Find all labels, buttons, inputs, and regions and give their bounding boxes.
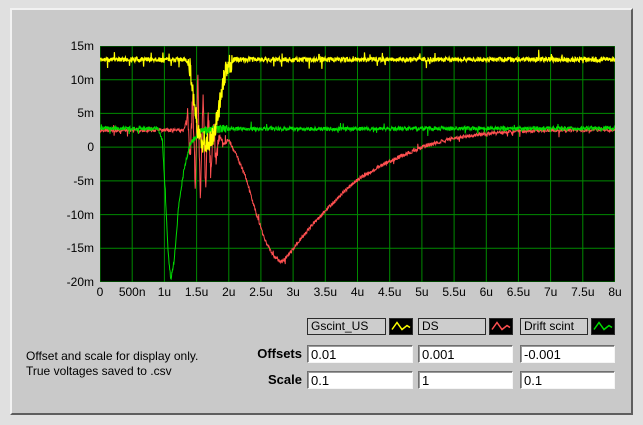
legend-waveform-glyph	[391, 321, 411, 331]
scale-label: Scale	[268, 372, 302, 387]
offsets-label: Offsets	[257, 346, 302, 361]
x-tick-label: 8u	[608, 285, 622, 299]
x-tick-label: 6u	[479, 285, 493, 299]
x-tick-label: 2.5u	[249, 285, 273, 299]
legend-plot-icon-drift-scint[interactable]	[591, 318, 615, 335]
x-tick-label: 7.5u	[571, 285, 595, 299]
x-tick-label: 4u	[350, 285, 365, 299]
note-line-1: Offset and scale for display only.	[26, 349, 199, 363]
offset-input-1[interactable]	[307, 345, 413, 363]
y-tick-label: -10m	[66, 207, 94, 222]
x-axis-tick-labels: 0 500n 1u 1.5u 2u 2.5u 3u 3.5u 4u 4.5u 5u 5.5u 6u 6.5…	[96, 285, 622, 299]
y-tick-label: -15m	[66, 241, 94, 256]
x-tick-label: 5u	[415, 285, 429, 299]
x-tick-label: 500n	[118, 285, 146, 299]
x-tick-label: 7u	[543, 285, 558, 299]
legend-plot-icon-ds-cherenk[interactable]	[489, 318, 513, 335]
note-line-2: True voltages saved to .csv	[26, 364, 172, 378]
x-tick-label: 3u	[286, 285, 300, 299]
y-tick-label: 10m	[70, 72, 94, 87]
legend-label-gscint-us: Gscint_US	[307, 318, 386, 335]
y-tick-label: -20m	[66, 275, 94, 289]
x-tick-label: 4.5u	[378, 285, 402, 299]
legend-label-ds-cherenk: DS cherenk	[418, 318, 486, 335]
y-tick-label: 5m	[77, 106, 94, 121]
offset-input-3[interactable]	[520, 345, 615, 363]
y-axis-tick-labels: 15m 10m 5m 0 -5m -10m -15m -20m	[12, 39, 96, 289]
x-tick-label: 2u	[222, 285, 236, 299]
x-tick-label: 3.5u	[313, 285, 337, 299]
y-tick-label: 0	[87, 140, 94, 155]
legend-item-ds-cherenk[interactable]: DS cherenk	[418, 318, 513, 335]
offset-input-2[interactable]	[418, 345, 513, 363]
x-tick-label: 0	[96, 285, 104, 299]
legend-waveform-glyph	[491, 321, 511, 331]
waveform-chart-plot-area	[100, 46, 615, 282]
scale-input-3[interactable]	[520, 371, 615, 389]
front-panel: 15m 10m 5m 0 -5m -10m -15m -20m 0 500n 1u 1.5u 2u 2.…	[10, 8, 633, 415]
x-tick-label: 1.5u	[184, 285, 209, 299]
legend-plot-icon-gscint-us[interactable]	[389, 318, 413, 335]
note-text: Offset and scale for display only. True …	[26, 349, 198, 379]
legend-item-drift-scint[interactable]: Drift scint	[520, 318, 615, 335]
y-tick-label: -5m	[73, 173, 94, 188]
legend-waveform-glyph	[593, 321, 613, 331]
legend-label-drift-scint: Drift scint	[520, 318, 588, 335]
waveform-chart-svg	[100, 46, 615, 282]
labview-window: 15m 10m 5m 0 -5m -10m -15m -20m 0 500n 1u 1.5u 2u 2.…	[0, 0, 643, 425]
x-tick-label: 5.5u	[442, 285, 466, 299]
x-tick-label: 6.5u	[506, 285, 531, 299]
scale-input-1[interactable]	[307, 371, 413, 389]
legend-item-gscint-us[interactable]: Gscint_US	[307, 318, 413, 335]
y-tick-label: 15m	[70, 39, 94, 53]
x-tick-label: 1u	[157, 285, 172, 299]
scale-input-2[interactable]	[418, 371, 513, 389]
